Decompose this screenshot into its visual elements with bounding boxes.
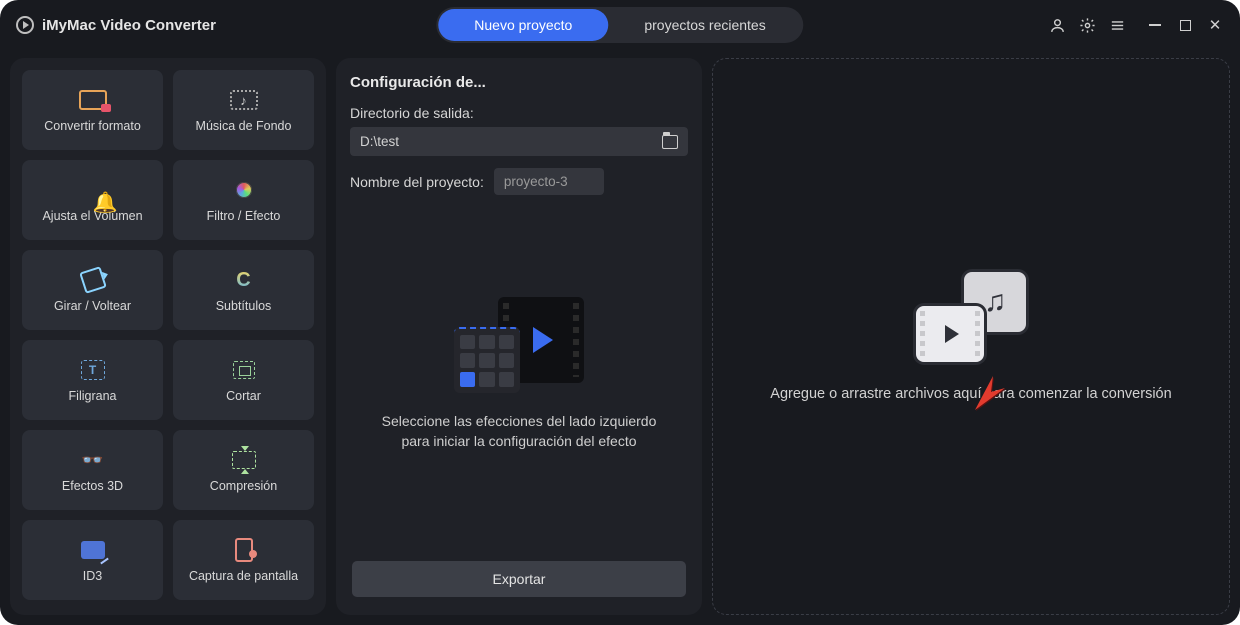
main-body: Convertir formato Música de Fondo Ajusta… [0, 50, 1240, 625]
project-name-label: Nombre del proyecto: [350, 174, 484, 190]
cursor-arrow-icon [971, 370, 1007, 414]
output-dir-label: Directorio de salida: [350, 105, 688, 121]
dropzone-media-icon: ♫ [916, 272, 1026, 362]
glasses-3d-icon [78, 447, 108, 473]
filter-icon [229, 177, 259, 203]
output-dir-field[interactable]: D:\test [350, 127, 688, 156]
tool-convert-format[interactable]: Convertir formato [22, 70, 163, 150]
tool-label: Filtro / Efecto [207, 209, 281, 223]
config-title: Configuración de... [350, 74, 688, 91]
maximize-button[interactable] [1176, 16, 1194, 34]
window-controls: ✕ [1048, 16, 1224, 34]
tool-label: Efectos 3D [62, 479, 123, 493]
rotate-icon [78, 267, 108, 293]
watermark-icon [78, 357, 108, 383]
tool-label: Compresión [210, 479, 277, 493]
tool-background-music[interactable]: Música de Fondo [173, 70, 314, 150]
project-name-input[interactable]: proyecto-3 [494, 168, 604, 195]
tool-watermark[interactable]: Filigrana [22, 340, 163, 420]
effect-illustration: Seleccione las efecciones del lado izqui… [350, 195, 688, 553]
tool-rotate-flip[interactable]: Girar / Voltear [22, 250, 163, 330]
convert-format-icon [78, 87, 108, 113]
tool-filter-effect[interactable]: Filtro / Efecto [173, 160, 314, 240]
tool-crop[interactable]: Cortar [173, 340, 314, 420]
config-hint-line2: para iniciar la configuración del efecto [382, 431, 657, 451]
volume-icon [78, 177, 108, 203]
export-button[interactable]: Exportar [352, 561, 686, 597]
project-tabs: Nuevo proyecto proyectos recientes [436, 7, 803, 43]
tool-label: Convertir formato [44, 119, 141, 133]
compress-icon [229, 447, 259, 473]
config-panel: Configuración de... Directorio de salida… [336, 58, 702, 615]
folder-icon[interactable] [662, 135, 678, 149]
tool-label: Subtítulos [216, 299, 272, 313]
app-logo-icon [16, 16, 34, 34]
crop-icon [229, 357, 259, 383]
tool-label: Cortar [226, 389, 261, 403]
tab-recent-projects[interactable]: proyectos recientes [608, 9, 801, 41]
output-dir-value: D:\test [360, 134, 399, 149]
app-brand: iMyMac Video Converter [16, 16, 216, 34]
tool-screenshot[interactable]: Captura de pantalla [173, 520, 314, 600]
tool-label: Filigrana [69, 389, 117, 403]
tab-new-project[interactable]: Nuevo proyecto [438, 9, 608, 41]
titlebar: iMyMac Video Converter Nuevo proyecto pr… [0, 0, 1240, 50]
tool-label: ID3 [83, 569, 102, 583]
tools-sidebar: Convertir formato Música de Fondo Ajusta… [10, 58, 326, 615]
tool-id3[interactable]: ID3 [22, 520, 163, 600]
file-dropzone[interactable]: ♫ Agregue o arrastre archivos aquí para … [712, 58, 1230, 615]
tool-adjust-volume[interactable]: Ajusta el Volúmen [22, 160, 163, 240]
menu-icon[interactable] [1108, 16, 1126, 34]
screenshot-icon [229, 537, 259, 563]
tool-compression[interactable]: Compresión [173, 430, 314, 510]
tool-label: Girar / Voltear [54, 299, 131, 313]
settings-icon[interactable] [1078, 16, 1096, 34]
tool-label: Captura de pantalla [189, 569, 298, 583]
account-icon[interactable] [1048, 16, 1066, 34]
id3-icon [78, 537, 108, 563]
close-button[interactable]: ✕ [1206, 16, 1224, 34]
config-hint-line1: Seleccione las efecciones del lado izqui… [382, 411, 657, 431]
tool-subtitles[interactable]: Subtítulos [173, 250, 314, 330]
app-title: iMyMac Video Converter [42, 17, 216, 34]
effect-illustration-icon [454, 297, 584, 393]
tool-effects-3d[interactable]: Efectos 3D [22, 430, 163, 510]
music-icon [229, 87, 259, 113]
minimize-button[interactable] [1146, 16, 1164, 34]
tool-label: Música de Fondo [196, 119, 292, 133]
subtitles-icon [229, 267, 259, 293]
app-window: iMyMac Video Converter Nuevo proyecto pr… [0, 0, 1240, 625]
